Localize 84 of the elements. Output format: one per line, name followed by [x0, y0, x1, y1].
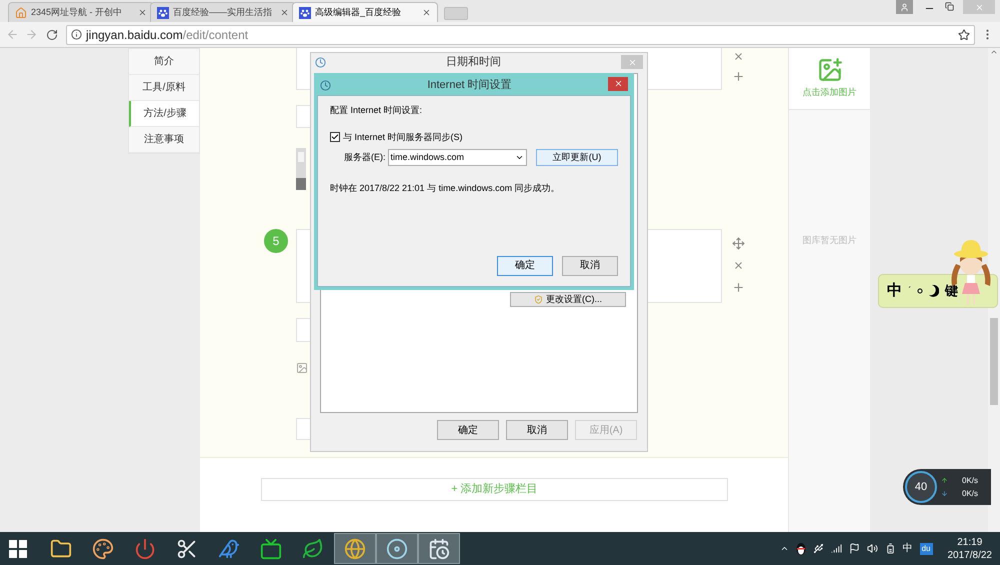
browser-tab[interactable]: 2345网址导航 - 开创中 [8, 2, 154, 22]
browser-tab[interactable]: 百度经验——实用生活指 [150, 2, 296, 22]
server-dropdown[interactable]: time.windows.com [388, 149, 527, 166]
globe-icon [344, 538, 366, 560]
dialog-button[interactable]: 确定 [497, 256, 553, 276]
penguin-icon[interactable] [796, 542, 806, 554]
sync-status-text: 时钟在 2017/8/22 21:01 与 time.windows.com 同步成功。 [330, 182, 561, 195]
url-text: jingyan.baidu.com/edit/content [86, 26, 248, 44]
input-method-indicator[interactable]: 中 [902, 541, 913, 556]
tv-icon [260, 538, 282, 560]
dialog-button[interactable]: 取消 [506, 420, 568, 440]
house-icon [15, 6, 27, 18]
tab-title: 百度经验——实用生活指 [173, 6, 273, 19]
palette-icon [92, 538, 114, 560]
close-icon[interactable] [280, 8, 289, 17]
add-icon[interactable] [732, 70, 745, 83]
star-icon[interactable] [958, 28, 970, 40]
paw-icon [157, 6, 169, 18]
usb-icon[interactable] [812, 543, 824, 554]
ime-status-bar[interactable]: 中 ˊ 键 [878, 274, 998, 308]
moon-icon[interactable] [929, 285, 939, 297]
scissors-icon [176, 538, 198, 560]
browser-tab[interactable]: 高级编辑器_百度经验 [292, 2, 438, 22]
close-icon [974, 2, 984, 12]
close-icon [614, 79, 622, 88]
show-hidden-icon[interactable] [780, 544, 789, 553]
address-bar[interactable]: jingyan.baidu.com/edit/content [66, 24, 975, 44]
user-icon [900, 2, 909, 12]
window-title: Internet 时间设置 [426, 78, 513, 94]
dot-icon[interactable] [917, 288, 923, 294]
restore-icon[interactable] [945, 2, 954, 11]
windows-start-icon[interactable] [9, 540, 27, 558]
move-icon[interactable] [732, 237, 745, 250]
dialog-button[interactable]: 确定 [437, 420, 499, 440]
scrollbar-thumb[interactable] [990, 318, 998, 405]
close-icon[interactable] [138, 8, 147, 17]
speaker-icon[interactable] [866, 543, 878, 554]
tab-title: 2345网址导航 - 开创中 [31, 6, 124, 19]
upload-arrow-icon [941, 477, 948, 484]
section-heading: 配置 Internet 时间设置: [330, 104, 424, 117]
checkbox-label[interactable]: 与 Internet 时间服务器同步(S) [343, 130, 463, 144]
taskbar-clock[interactable]: 21:19 2017/8/22 [948, 536, 992, 562]
sidebar-item[interactable]: 简介 [129, 49, 199, 75]
battery-icon[interactable] [884, 543, 896, 554]
close-icon [628, 58, 636, 66]
sidebar-item[interactable]: 工具/原料 [129, 75, 199, 101]
calendar-clock-icon [428, 538, 450, 560]
scrollbar[interactable] [988, 48, 1000, 532]
field-label: 服务器(E): [344, 150, 386, 164]
leaf-icon [302, 538, 324, 560]
update-now-button[interactable]: 立即更新(U) [536, 149, 618, 166]
download-arrow-icon [941, 490, 948, 497]
shield-icon [534, 295, 543, 304]
checkbox[interactable] [330, 132, 340, 142]
chevron-down-icon [514, 153, 524, 162]
image-add-icon [816, 57, 842, 84]
dialog-button[interactable]: 取消 [562, 256, 618, 276]
close-icon[interactable] [733, 260, 744, 271]
change-settings-button[interactable]: 更改设置(C)... [510, 292, 626, 307]
disc-icon [386, 538, 408, 560]
flag-icon[interactable] [848, 543, 860, 554]
scroll-up-icon[interactable] [990, 48, 998, 56]
sidebar-item[interactable]: 注意事项 [129, 127, 199, 153]
bird-icon [218, 538, 240, 560]
clock-icon [315, 56, 326, 68]
step-number: 5 [264, 229, 288, 253]
close-icon[interactable] [733, 51, 744, 62]
folder-icon [50, 538, 72, 560]
close-icon[interactable] [422, 8, 431, 17]
power-icon [134, 538, 156, 560]
check-icon [331, 133, 339, 142]
network-speed-widget[interactable]: 40 0K/s 0K/s [903, 469, 991, 505]
profile-button[interactable] [896, 0, 913, 14]
add-icon[interactable] [732, 281, 745, 294]
close-button[interactable] [608, 76, 628, 90]
tab-title: 高级编辑器_百度经验 [315, 6, 402, 19]
tray-app-badge[interactable]: du [920, 542, 932, 554]
info-icon[interactable] [71, 29, 82, 40]
window-title: 日期和时间 [445, 54, 502, 70]
empty-gallery-text: 图库暂无图片 [802, 234, 856, 247]
clock-icon [320, 80, 331, 91]
reload-icon[interactable] [46, 28, 58, 40]
sidebar-item[interactable]: 方法/步骤 [129, 101, 199, 127]
paw-icon [299, 6, 311, 18]
